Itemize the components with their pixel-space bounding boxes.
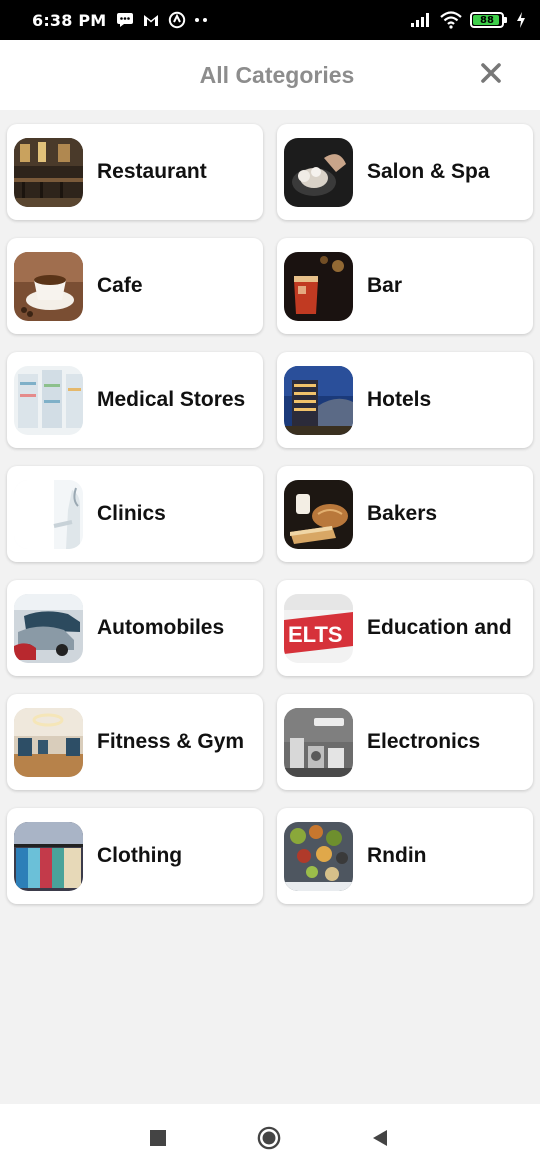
home-circle-icon[interactable] [257,1125,281,1151]
category-label: Clothing [97,844,183,867]
category-label: Medical Stores [97,388,246,411]
home-button[interactable] [257,1126,281,1150]
category-label: Cafe [97,274,143,297]
status-time: 6:38 PM [32,10,107,30]
clothing-thumbnail [14,821,83,891]
gmail-icon [142,12,160,28]
bakers-thumbnail [284,479,353,549]
category-label: Rndin [367,844,427,867]
close-button[interactable] [476,58,506,88]
header: All Categories [0,40,540,110]
recents-button[interactable] [146,1126,170,1150]
more-dots-icon [194,17,208,23]
category-card-clinics[interactable]: Clinics [7,466,263,562]
battery-level: 88 [480,14,494,26]
back-triangle-icon[interactable] [370,1128,390,1148]
message-icon [116,12,134,28]
category-card-medical-stores[interactable]: Medical Stores [7,352,263,448]
restaurant-thumbnail [14,137,83,207]
category-card-education[interactable]: ELTS Education and [277,580,533,676]
category-card-electronics[interactable]: Electronics [277,694,533,790]
salon-spa-thumbnail [284,137,353,207]
category-card-restaurant[interactable]: Restaurant [7,124,263,220]
category-card-clothing[interactable]: Clothing [7,808,263,904]
bar-thumbnail [284,251,353,321]
back-button[interactable] [368,1126,392,1150]
clinics-thumbnail [14,479,83,549]
category-card-automobiles[interactable]: Automobiles [7,580,263,676]
cafe-thumbnail [14,251,83,321]
category-label: Bakers [367,502,438,525]
navigation-bar [0,1104,540,1170]
close-icon[interactable] [480,62,502,84]
recents-square-icon[interactable] [149,1129,167,1147]
category-card-bar[interactable]: Bar [277,238,533,334]
category-card-cafe[interactable]: Cafe [7,238,263,334]
hotels-thumbnail [284,365,353,435]
category-label: Bar [367,274,403,297]
battery-icon: 88 [470,12,507,28]
status-bar: 6:38 PM 88 [0,0,540,40]
category-label: Education and [367,616,512,639]
category-label: Fitness & Gym [97,730,245,753]
category-label: Hotels [367,388,432,411]
signal-icon [410,12,432,28]
category-label: Clinics [97,502,166,525]
medical-stores-thumbnail [14,365,83,435]
category-label: Electronics [367,730,481,753]
charging-icon [516,12,526,28]
svg-text:ELTS: ELTS [288,622,343,647]
category-card-fitness-gym[interactable]: Fitness & Gym [7,694,263,790]
category-label: Restaurant [97,160,207,183]
automobiles-thumbnail [14,593,83,663]
category-grid: Restaurant Salon & Spa Cafe Bar Medical … [7,124,533,904]
category-label: Automobiles [97,616,225,639]
wifi-icon [440,11,462,29]
rndin-thumbnail [284,821,353,891]
education-thumbnail: ELTS [284,593,353,663]
category-card-salon-spa[interactable]: Salon & Spa [277,124,533,220]
category-card-bakers[interactable]: Bakers [277,466,533,562]
category-card-hotels[interactable]: Hotels [277,352,533,448]
category-card-rndin[interactable]: Rndin [277,808,533,904]
electronics-thumbnail [284,707,353,777]
app-icon [168,11,186,29]
category-label: Salon & Spa [367,160,490,183]
fitness-gym-thumbnail [14,707,83,777]
page-title: All Categories [199,61,355,88]
